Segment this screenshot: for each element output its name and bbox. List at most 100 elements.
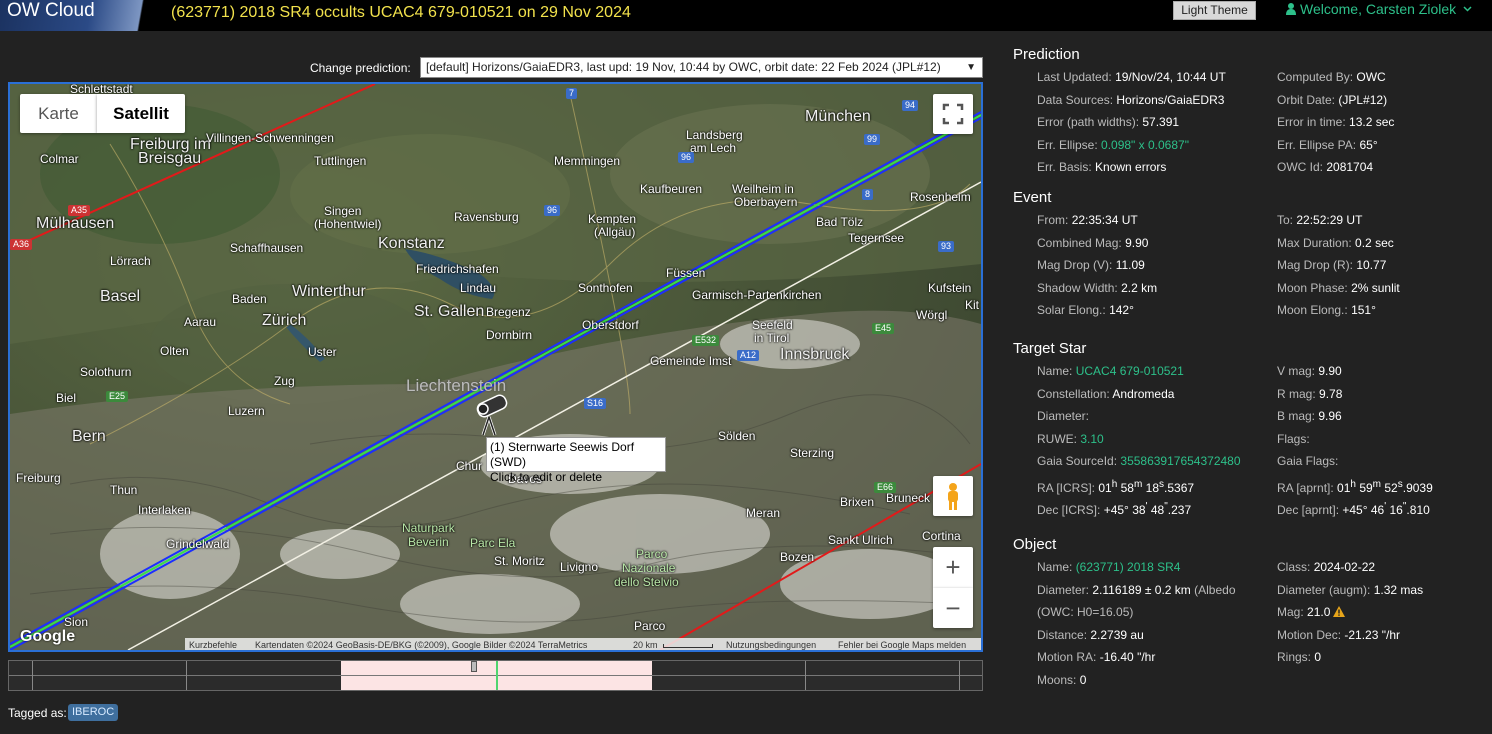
light-theme-button[interactable]: Light Theme [1173,1,1256,20]
gaia-sourceid-link[interactable]: 355863917654372480 [1120,454,1240,468]
map-label: Biel [56,391,77,405]
map-label: Luzern [228,404,265,418]
pegman-icon [948,483,958,510]
tag-badge[interactable]: IBEROC [68,704,119,721]
street-view-button[interactable] [933,476,973,516]
map-label: Nazionale [622,561,676,575]
tooltip-title: (1) Sternwarte Seewis Dorf (SWD) [490,440,635,469]
zoom-out-button[interactable]: − [933,588,973,628]
map-label: Oberstdorf [582,318,639,332]
field-mag: Mag: 21.0 [1277,605,1346,620]
map-label: St. Moritz [494,554,545,568]
warning-icon[interactable] [1333,606,1346,617]
map-label: Sölden [718,429,756,443]
map-label: Cortina [922,529,961,543]
fullscreen-icon [942,103,964,125]
map-label: Grindelwald [166,537,230,551]
field-mag-drop-v: Mag Drop (V): 11.09 [1037,258,1145,272]
logo[interactable]: OW Cloud [0,0,162,31]
ruwe-link[interactable]: 3.10 [1080,432,1103,446]
timeline-handle[interactable] [471,661,477,672]
map-label: Tuttlingen [314,154,367,168]
field-gaia-sourceid: Gaia SourceId: 355863917654372480 [1037,454,1241,468]
field-ruwe: RUWE: 3.10 [1037,432,1104,446]
road-shield: A35 [68,205,91,216]
tab-karte[interactable]: Karte [20,94,97,133]
field-constellation: Constellation: Andromeda [1037,387,1175,401]
map-label: Liechtenstein [406,376,507,395]
map-label: Breisgau [138,150,202,167]
field-object-diameter: Diameter: 2.116189 ± 0.2 km (Albedo [1037,583,1236,597]
top-bar: OW Cloud (623771) 2018 SR4 occults UCAC4… [0,0,1492,31]
map-label: Brixen [840,495,875,509]
field-b-mag: B mag: 9.96 [1277,409,1342,423]
tagged-label: Tagged as: [8,706,67,720]
field-dec-aprnt: Dec [aprnt]: +45° 46' 16".810 [1277,501,1430,517]
map-label: Sonthofen [578,281,633,295]
map-label: (Hohentwiel) [314,217,382,231]
road-shield: 96 [544,205,561,216]
google-logo: Google [20,628,76,645]
road-shield: E532 [692,335,720,346]
keyboard-shortcuts-link[interactable]: Kurzbefehle [189,638,237,650]
field-from: From: 22:35:34 UT [1037,213,1138,227]
object-name-link[interactable]: (623771) 2018 SR4 [1076,560,1181,574]
map-label: Thun [110,483,138,497]
field-owc-id: OWC Id: 2081704 [1277,160,1374,174]
map-label: Meran [746,506,781,520]
timeline[interactable] [8,660,983,691]
map-label: Sankt Ulrich [828,533,893,547]
field-class: Class: 2024-02-22 [1277,560,1376,574]
map-label: Tegernsee [848,231,905,245]
scale-bar [663,644,713,648]
star-name-link[interactable]: UCAC4 679-010521 [1076,364,1184,378]
map-label: Sterzing [790,446,835,460]
field-err-basis: Err. Basis: Known errors [1037,160,1167,174]
page-title: (623771) 2018 SR4 occults UCAC4 679-0105… [171,4,631,21]
map-label: Singen [324,204,362,218]
map-label: Landsberg [686,128,743,142]
timeline-tick [805,661,806,690]
fullscreen-button[interactable] [933,94,973,134]
map-label: Livigno [560,560,599,574]
map-data-text: Kartendaten ©2024 GeoBasis-DE/BKG (©2009… [255,640,588,650]
field-star-name: Name: UCAC4 679-010521 [1037,364,1184,378]
road-shield: 99 [864,134,881,145]
terms-link[interactable]: Nutzungsbedingungen [726,638,816,650]
map-label: Konstanz [378,235,445,252]
user-menu[interactable]: Welcome, Carsten Ziolek [1286,1,1472,17]
map-label: Olten [160,344,189,358]
field-r-mag: R mag: 9.78 [1277,387,1343,401]
map-label: Wörgl [916,308,948,322]
field-error-time: Error in time: 13.2 sec [1277,115,1395,129]
field-solar-elong: Solar Elong.: 142° [1037,303,1134,317]
road-shield: E25 [106,391,129,402]
prediction-select-value: [default] Horizons/GaiaEDR3, last upd: 1… [426,60,941,74]
field-motion-dec: Motion Dec: -21.23 "/hr [1277,628,1400,642]
map-label: Zug [274,374,295,388]
map[interactable]: Schlettstadt Freiburg im Breisgau Colmar… [8,82,983,652]
prediction-select[interactable]: [default] Horizons/GaiaEDR3, last upd: 1… [420,57,983,78]
map-label: Bern [72,428,106,445]
map-label: Naturpark [402,521,455,535]
map-label: Weilheim in [732,182,794,196]
road-shield: A36 [10,239,33,250]
road-shield: 7 [566,88,578,99]
report-error-link[interactable]: Fehler bei Google Maps melden [838,638,966,650]
marker-tooltip[interactable]: (1) Sternwarte Seewis Dorf (SWD) Click t… [486,437,666,484]
map-label: Bruneck [886,491,931,505]
map-label: Beverin [408,535,449,549]
road-shield: 94 [902,100,919,111]
road-shield: S16 [584,398,607,409]
zoom-in-button[interactable]: + [933,547,973,588]
tab-satellit[interactable]: Satellit [97,94,185,133]
section-title-object: Object [1013,536,1057,553]
err-ellipse-link[interactable]: 0.098" x 0.0687" [1101,138,1189,152]
map-label: Lörrach [110,254,151,268]
map-label: Baden [232,292,267,306]
map-label: Parco [634,619,666,633]
map-label: Rosenheim [910,190,971,204]
section-title-prediction: Prediction [1013,46,1080,63]
field-moon-phase: Moon Phase: 2% sunlit [1277,281,1400,295]
map-label: St. Gallen [414,303,485,320]
